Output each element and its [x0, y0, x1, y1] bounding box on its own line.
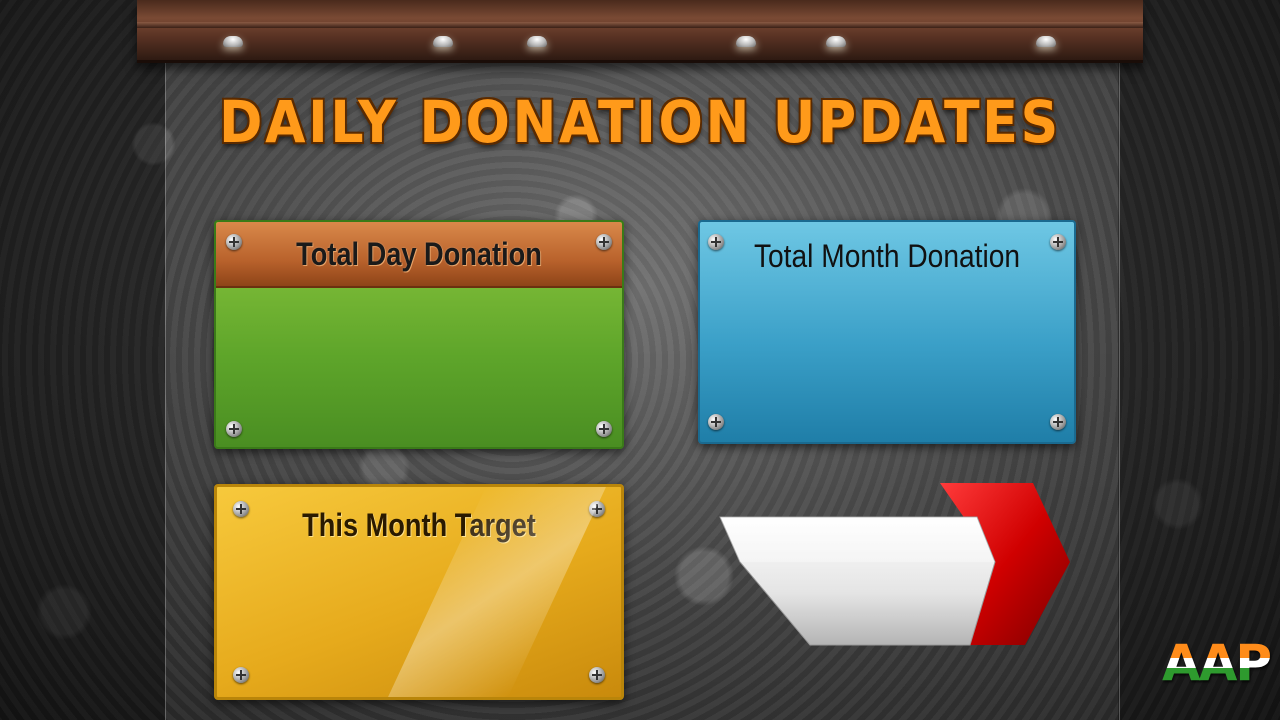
screw-icon — [596, 421, 612, 437]
this-month-target-label: This Month Target — [302, 507, 536, 543]
screw-icon — [708, 234, 724, 250]
spotlight-icon — [1036, 36, 1056, 47]
page-title: DAILY DONATION UPDATES — [219, 88, 1061, 156]
screw-icon — [596, 234, 612, 250]
screw-icon — [226, 421, 242, 437]
spotlight-icon — [527, 36, 547, 47]
total-month-donation-label: Total Month Donation — [753, 238, 1021, 274]
this-month-target-panel: This Month Target — [214, 484, 624, 700]
screw-icon — [1050, 414, 1066, 430]
total-day-donation-header: Total Day Donation — [216, 222, 622, 288]
screw-icon — [1050, 234, 1066, 250]
screw-icon — [233, 667, 249, 683]
spotlight-icon — [223, 36, 243, 47]
screw-icon — [233, 501, 249, 517]
total-day-donation-panel: Total Day Donation — [214, 220, 624, 449]
total-day-donation-label: Total Day Donation — [296, 236, 542, 272]
wooden-shelf — [137, 0, 1143, 63]
screw-icon — [589, 501, 605, 517]
arrow-ribbon-icon — [719, 483, 1070, 646]
screw-icon — [589, 667, 605, 683]
spotlight-icon — [433, 36, 453, 47]
spotlight-icon — [736, 36, 756, 47]
total-month-donation-panel: Total Month Donation — [698, 220, 1076, 444]
screw-icon — [226, 234, 242, 250]
aap-logo: AAP — [1162, 634, 1272, 692]
spotlight-icon — [826, 36, 846, 47]
screw-icon — [708, 414, 724, 430]
